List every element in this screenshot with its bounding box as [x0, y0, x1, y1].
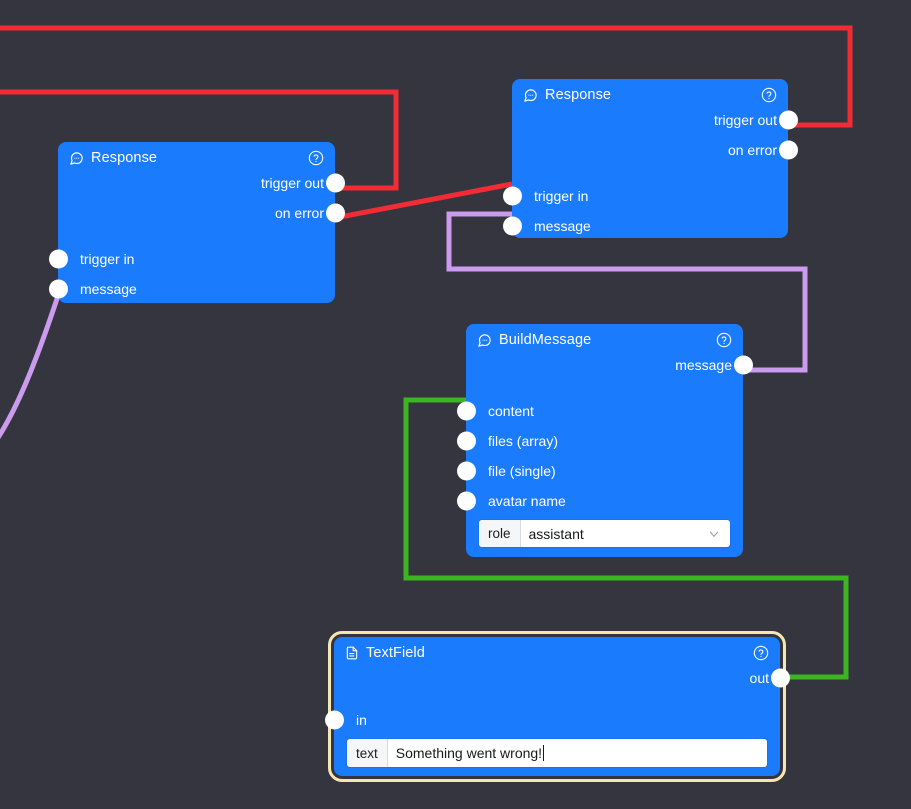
input-row: message [502, 211, 788, 241]
input-label: message [80, 281, 137, 297]
output-row: trigger out [58, 168, 345, 198]
output-row: message [466, 350, 753, 380]
node-header[interactable]: Response [512, 79, 788, 105]
speech-bubble-icon [477, 333, 492, 348]
chevron-down-icon[interactable] [707, 520, 730, 547]
node-title-label: Response [91, 150, 158, 166]
port-on-error[interactable] [778, 140, 798, 160]
node-textfield[interactable]: TextField out in text Something went wrong! [324, 631, 790, 782]
output-label: trigger out [260, 175, 324, 191]
text-caret [543, 745, 545, 761]
question-circle-icon[interactable] [761, 87, 777, 103]
node-header[interactable]: Response [58, 142, 335, 168]
port-files-array[interactable] [456, 431, 476, 451]
port-message[interactable] [48, 279, 68, 299]
output-label: on error [727, 142, 777, 158]
input-row: in [324, 705, 780, 735]
node-header[interactable]: TextField [334, 637, 780, 663]
output-label: on error [274, 205, 324, 221]
port-trigger-in[interactable] [48, 249, 68, 269]
input-row: message [48, 274, 335, 304]
node-title-label: TextField [366, 645, 425, 661]
node-title-label: Response [545, 87, 612, 103]
port-file-single[interactable] [456, 461, 476, 481]
question-circle-icon[interactable] [308, 150, 324, 166]
node-title: TextField [345, 645, 425, 661]
node-title-label: BuildMessage [499, 332, 592, 348]
input-label: trigger in [80, 251, 135, 267]
port-out[interactable] [770, 668, 790, 688]
role-select[interactable]: role assistant [479, 520, 730, 547]
text-field-label: text [347, 739, 388, 767]
speech-bubble-icon [523, 88, 538, 103]
output-row: on error [58, 198, 345, 228]
input-label: in [356, 712, 367, 728]
port-trigger-in[interactable] [502, 186, 522, 206]
input-label: trigger in [534, 188, 589, 204]
input-label: message [534, 218, 591, 234]
node-response-1[interactable]: Response trigger out on error trigger in mes… [48, 142, 345, 304]
question-circle-icon[interactable] [753, 645, 769, 661]
text-field-row[interactable]: text Something went wrong! [347, 739, 767, 767]
output-row: trigger out [512, 105, 798, 135]
speech-bubble-icon [69, 151, 84, 166]
text-field-input[interactable]: Something went wrong! [387, 739, 767, 767]
role-select-value[interactable]: assistant [520, 520, 707, 547]
output-label: message [675, 357, 732, 373]
question-circle-icon[interactable] [716, 332, 732, 348]
output-row: out [334, 663, 790, 693]
input-row: file (single) [456, 456, 743, 486]
input-row: files (array) [456, 426, 743, 456]
edge-offscreen-to-response1-message[interactable] [0, 277, 67, 470]
input-row: trigger in [502, 181, 788, 211]
role-select-label: role [479, 520, 521, 547]
node-buildmessage[interactable]: BuildMessage message content files (array) f… [456, 324, 753, 557]
input-label: content [488, 403, 534, 419]
edge-response1-onerror-to-response2-triggerin[interactable] [334, 181, 513, 221]
port-in[interactable] [324, 710, 344, 730]
node-title: Response [523, 87, 611, 103]
port-avatar-name[interactable] [456, 491, 476, 511]
port-trigger-out[interactable] [778, 110, 798, 130]
input-row: avatar name [456, 486, 743, 516]
input-label: avatar name [488, 493, 566, 509]
node-response-2[interactable]: Response trigger out on error trigger in mes… [502, 79, 798, 241]
node-title: Response [69, 150, 157, 166]
node-graph-canvas[interactable]: Response trigger out on error trigger in mes… [0, 0, 911, 809]
input-label: file (single) [488, 463, 556, 479]
node-header[interactable]: BuildMessage [466, 324, 743, 350]
input-row: trigger in [48, 244, 335, 274]
text-field-value: Something went wrong! [395, 745, 543, 761]
input-row: content [456, 396, 743, 426]
port-content[interactable] [456, 401, 476, 421]
input-label: files (array) [488, 433, 559, 449]
node-title: BuildMessage [477, 332, 591, 348]
port-on-error[interactable] [325, 203, 345, 223]
output-row: on error [512, 135, 798, 165]
port-trigger-out[interactable] [325, 173, 345, 193]
port-message[interactable] [502, 216, 522, 236]
output-label: trigger out [713, 112, 777, 128]
output-label: out [749, 670, 769, 686]
port-message-out[interactable] [733, 355, 753, 375]
document-icon [345, 645, 359, 661]
